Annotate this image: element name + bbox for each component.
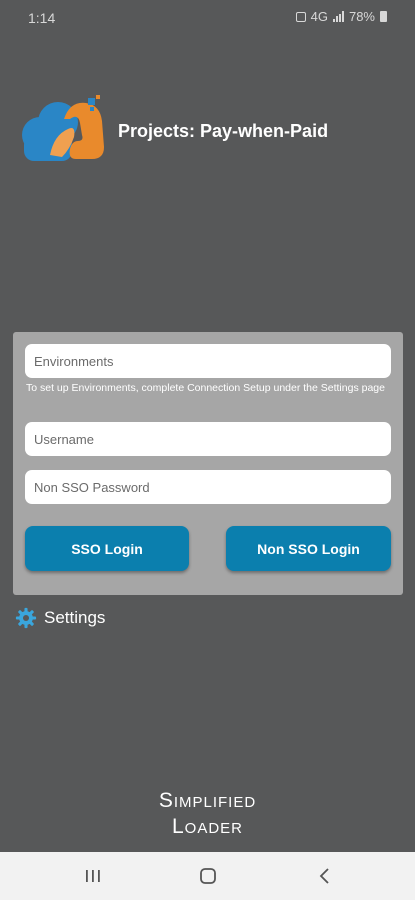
settings-link[interactable]: Settings (15, 607, 105, 629)
signal-bars-icon (332, 11, 344, 22)
battery-icon (380, 11, 387, 22)
system-nav-bar (0, 852, 415, 900)
brand-line-1: Simplified (158, 789, 257, 812)
brand-line-2: Loader (171, 815, 244, 838)
login-panel: To set up Environments, complete Connect… (13, 332, 403, 595)
non-sso-login-button[interactable]: Non SSO Login (226, 526, 391, 571)
username-input[interactable] (25, 422, 391, 456)
environments-hint: To set up Environments, complete Connect… (26, 382, 385, 394)
recents-icon (86, 870, 100, 882)
app-header: Projects: Pay-when-Paid (20, 95, 400, 165)
brand-wordmark: Simplified Loader (0, 788, 415, 840)
status-icons: 4G 78% (295, 9, 387, 24)
battery-percent: 78% (348, 9, 375, 24)
settings-label: Settings (44, 608, 106, 627)
status-bar: 1:14 4G 78% (0, 0, 415, 34)
home-button[interactable] (188, 862, 228, 890)
home-icon (200, 868, 216, 884)
signal-text: 4G (310, 9, 328, 24)
status-time: 1:14 (28, 10, 56, 26)
app-title: Projects: Pay-when-Paid (118, 121, 329, 141)
notification-icon (295, 11, 306, 22)
back-icon (319, 868, 329, 884)
sso-login-button[interactable]: SSO Login (25, 526, 189, 571)
back-button[interactable] (305, 862, 345, 890)
password-input[interactable] (25, 470, 391, 504)
environments-field[interactable] (25, 344, 391, 378)
gear-icon (15, 607, 37, 629)
recents-button[interactable] (73, 862, 113, 890)
app-logo (22, 95, 104, 161)
